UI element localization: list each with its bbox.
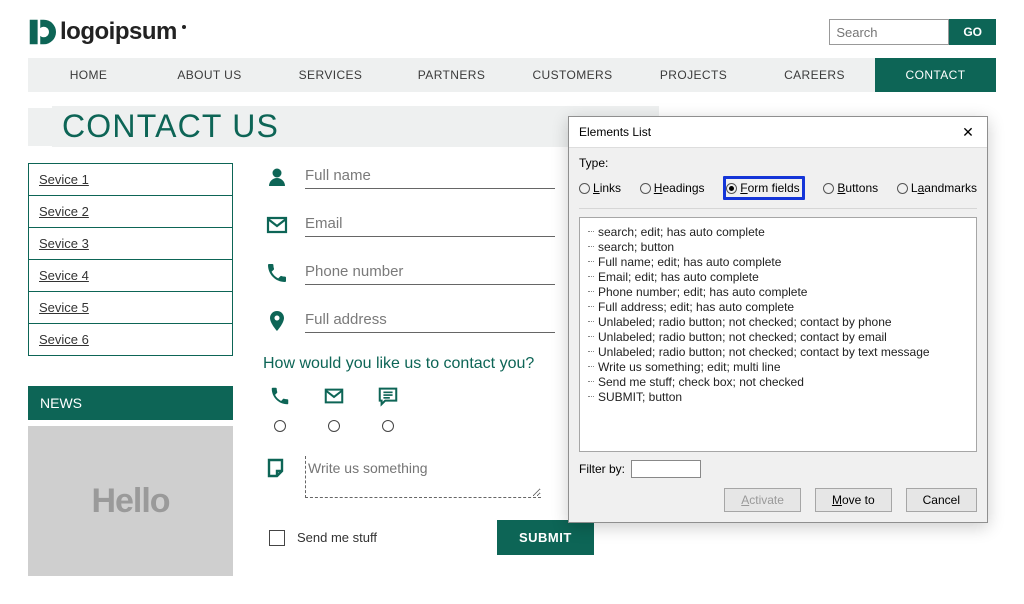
list-item[interactable]: Unlabeled; radio button; not checked; co… [588, 344, 968, 359]
list-item[interactable]: Email; edit; has auto complete [588, 269, 968, 284]
nav-projects[interactable]: PROJECTS [633, 58, 754, 92]
list-item[interactable]: search; button [588, 239, 968, 254]
send-stuff-checkbox[interactable] [269, 530, 285, 546]
logo[interactable]: logoipsum [28, 18, 186, 46]
news-text: Hello [91, 482, 169, 521]
service-6[interactable]: Sevice 6 [29, 324, 232, 355]
service-5[interactable]: Sevice 5 [29, 292, 232, 324]
search: GO [829, 19, 996, 45]
elements-listbox[interactable]: search; edit; has auto complete search; … [579, 217, 977, 452]
type-label: Type: [579, 156, 977, 170]
nav-customers[interactable]: CUSTOMERS [512, 58, 633, 92]
search-button[interactable]: GO [949, 19, 996, 45]
service-1[interactable]: Sevice 1 [29, 164, 232, 196]
move-to-button[interactable]: Move toMove to [815, 488, 892, 512]
type-landmarks[interactable]: Laandmarks [897, 181, 977, 195]
main-nav: HOME ABOUT US SERVICES PARTNERS CUSTOMER… [28, 58, 996, 92]
radio-contact-email[interactable] [328, 420, 340, 432]
filter-label: Filter by: [579, 462, 625, 476]
logo-dot-icon [182, 25, 186, 29]
nav-home[interactable]: HOME [28, 58, 149, 92]
list-item[interactable]: SUBMIT; button [588, 389, 968, 404]
submit-button[interactable]: SUBMIT [497, 520, 594, 555]
list-item[interactable]: Full name; edit; has auto complete [588, 254, 968, 269]
list-item[interactable]: Phone number; edit; has auto complete [588, 284, 968, 299]
elements-list-dialog: Elements List ✕ Type: Links Headings For… [568, 116, 988, 523]
radio-contact-text[interactable] [382, 420, 394, 432]
title-accent [28, 108, 52, 146]
full-name-field[interactable] [305, 163, 555, 189]
phone-icon [263, 261, 291, 285]
logo-icon [28, 18, 56, 46]
email-option-icon [323, 385, 345, 412]
services-list: Sevice 1 Sevice 2 Sevice 3 Sevice 4 Sevi… [28, 163, 233, 356]
send-stuff-label: Send me stuff [297, 530, 377, 545]
message-field[interactable] [305, 456, 541, 498]
activate-button[interactable]: AActivatectivate [724, 488, 801, 512]
text-option-icon [377, 385, 399, 412]
close-icon[interactable]: ✕ [957, 122, 979, 142]
mail-icon [263, 213, 291, 237]
nav-services[interactable]: SERVICES [270, 58, 391, 92]
service-3[interactable]: Sevice 3 [29, 228, 232, 260]
phone-option-icon [269, 385, 291, 412]
radio-contact-phone[interactable] [274, 420, 286, 432]
location-icon [263, 309, 291, 333]
list-item[interactable]: Write us something; edit; multi line [588, 359, 968, 374]
service-4[interactable]: Sevice 4 [29, 260, 232, 292]
list-item[interactable]: Unlabeled; radio button; not checked; co… [588, 329, 968, 344]
service-2[interactable]: Sevice 2 [29, 196, 232, 228]
address-field[interactable] [305, 307, 555, 333]
list-item[interactable]: Send me stuff; check box; not checked [588, 374, 968, 389]
news-placeholder: Hello [28, 426, 233, 576]
type-headings[interactable]: Headings [640, 181, 705, 195]
cancel-button[interactable]: Cancel [906, 488, 977, 512]
type-form-fields[interactable]: Form fields [723, 176, 804, 200]
type-buttons[interactable]: Buttons [823, 181, 878, 195]
note-icon [263, 456, 291, 480]
dialog-title: Elements List [579, 125, 651, 139]
search-input[interactable] [829, 19, 949, 45]
type-links[interactable]: Links [579, 181, 621, 195]
phone-field[interactable] [305, 259, 555, 285]
nav-partners[interactable]: PARTNERS [391, 58, 512, 92]
list-item[interactable]: Full address; edit; has auto complete [588, 299, 968, 314]
email-field[interactable] [305, 211, 555, 237]
news-heading: NEWS [28, 386, 233, 420]
nav-about[interactable]: ABOUT US [149, 58, 270, 92]
person-icon [263, 165, 291, 189]
filter-input[interactable] [631, 460, 701, 478]
list-item[interactable]: search; edit; has auto complete [588, 224, 968, 239]
logo-text: logoipsum [60, 18, 177, 46]
list-item[interactable]: Unlabeled; radio button; not checked; co… [588, 314, 968, 329]
nav-contact[interactable]: CONTACT [875, 58, 996, 92]
nav-careers[interactable]: CAREERS [754, 58, 875, 92]
